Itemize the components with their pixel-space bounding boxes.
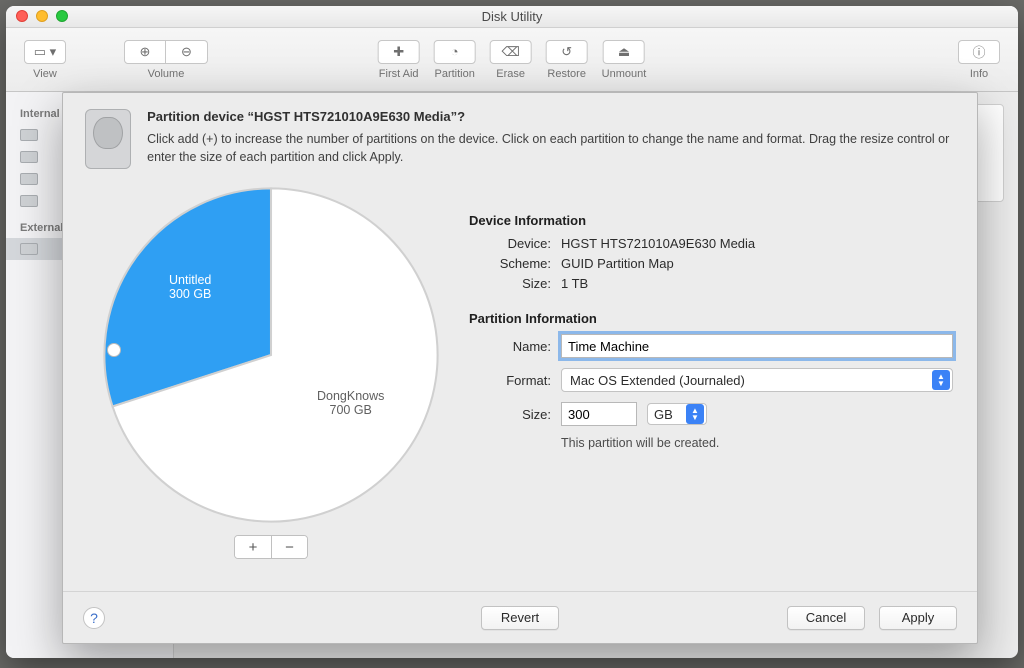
view-button[interactable]: ▭ ▾: [24, 40, 66, 64]
disk-icon: [20, 173, 38, 185]
drive-icon: [85, 109, 131, 169]
pie-slice-label-0: Untitled 300 GB: [169, 273, 211, 301]
cancel-button[interactable]: Cancel: [787, 606, 865, 630]
disk-icon: [20, 243, 38, 255]
chevron-updown-icon: ▲▼: [932, 370, 950, 390]
device-value: HGST HTS721010A9E630 Media: [561, 236, 755, 251]
sheet-footer: ? Revert Cancel Apply: [63, 591, 977, 643]
toolbar: ▭ ▾ View ⊕ ⊖ Volume ✚First Aid ◔Partitio…: [6, 28, 1018, 92]
volume-remove-button[interactable]: ⊖: [166, 40, 208, 64]
partition-hint: This partition will be created.: [561, 436, 953, 450]
unmount-button[interactable]: ⏏: [603, 40, 645, 64]
window-close-button[interactable]: [16, 10, 28, 22]
sheet-title: Partition device “HGST HTS721010A9E630 M…: [147, 109, 955, 124]
disk-utility-window: Disk Utility ▭ ▾ View ⊕ ⊖ Volume ✚First …: [6, 6, 1018, 658]
erase-button[interactable]: ⌫: [490, 40, 532, 64]
window-zoom-button[interactable]: [56, 10, 68, 22]
toolbar-label: Volume: [148, 68, 185, 80]
size-value: 1 TB: [561, 276, 588, 291]
size-unit-select[interactable]: GB ▲▼: [647, 403, 707, 425]
remove-partition-button[interactable]: −: [271, 536, 307, 558]
disk-icon: [20, 195, 38, 207]
window-title: Disk Utility: [482, 9, 543, 24]
info-button[interactable]: ⓘ: [958, 40, 1000, 64]
pie-slice-label-1: DongKnows 700 GB: [317, 389, 384, 417]
restore-button[interactable]: ↺: [546, 40, 588, 64]
partition-size-input[interactable]: [561, 402, 637, 426]
partition-pie-chart[interactable]: Untitled 300 GB DongKnows 700 GB: [101, 185, 441, 525]
titlebar: Disk Utility: [6, 6, 1018, 28]
first-aid-button[interactable]: ✚: [378, 40, 420, 64]
revert-button[interactable]: Revert: [481, 606, 559, 630]
disk-icon: [20, 129, 38, 141]
chevron-updown-icon: ▲▼: [686, 404, 704, 424]
partition-name-input[interactable]: [561, 334, 953, 358]
partition-info-heading: Partition Information: [469, 311, 953, 326]
sheet-description: Click add (+) to increase the number of …: [147, 130, 955, 166]
help-button[interactable]: ?: [83, 607, 105, 629]
resize-handle[interactable]: [107, 343, 121, 357]
partition-sheet: Partition device “HGST HTS721010A9E630 M…: [62, 92, 978, 644]
volume-add-button[interactable]: ⊕: [124, 40, 166, 64]
toolbar-label: View: [33, 68, 57, 80]
apply-button[interactable]: Apply: [879, 606, 957, 630]
device-info-heading: Device Information: [469, 213, 953, 228]
window-minimize-button[interactable]: [36, 10, 48, 22]
disk-icon: [20, 151, 38, 163]
scheme-value: GUID Partition Map: [561, 256, 674, 271]
partition-button[interactable]: ◔: [434, 40, 476, 64]
format-select[interactable]: Mac OS Extended (Journaled) ▲▼: [561, 368, 953, 392]
